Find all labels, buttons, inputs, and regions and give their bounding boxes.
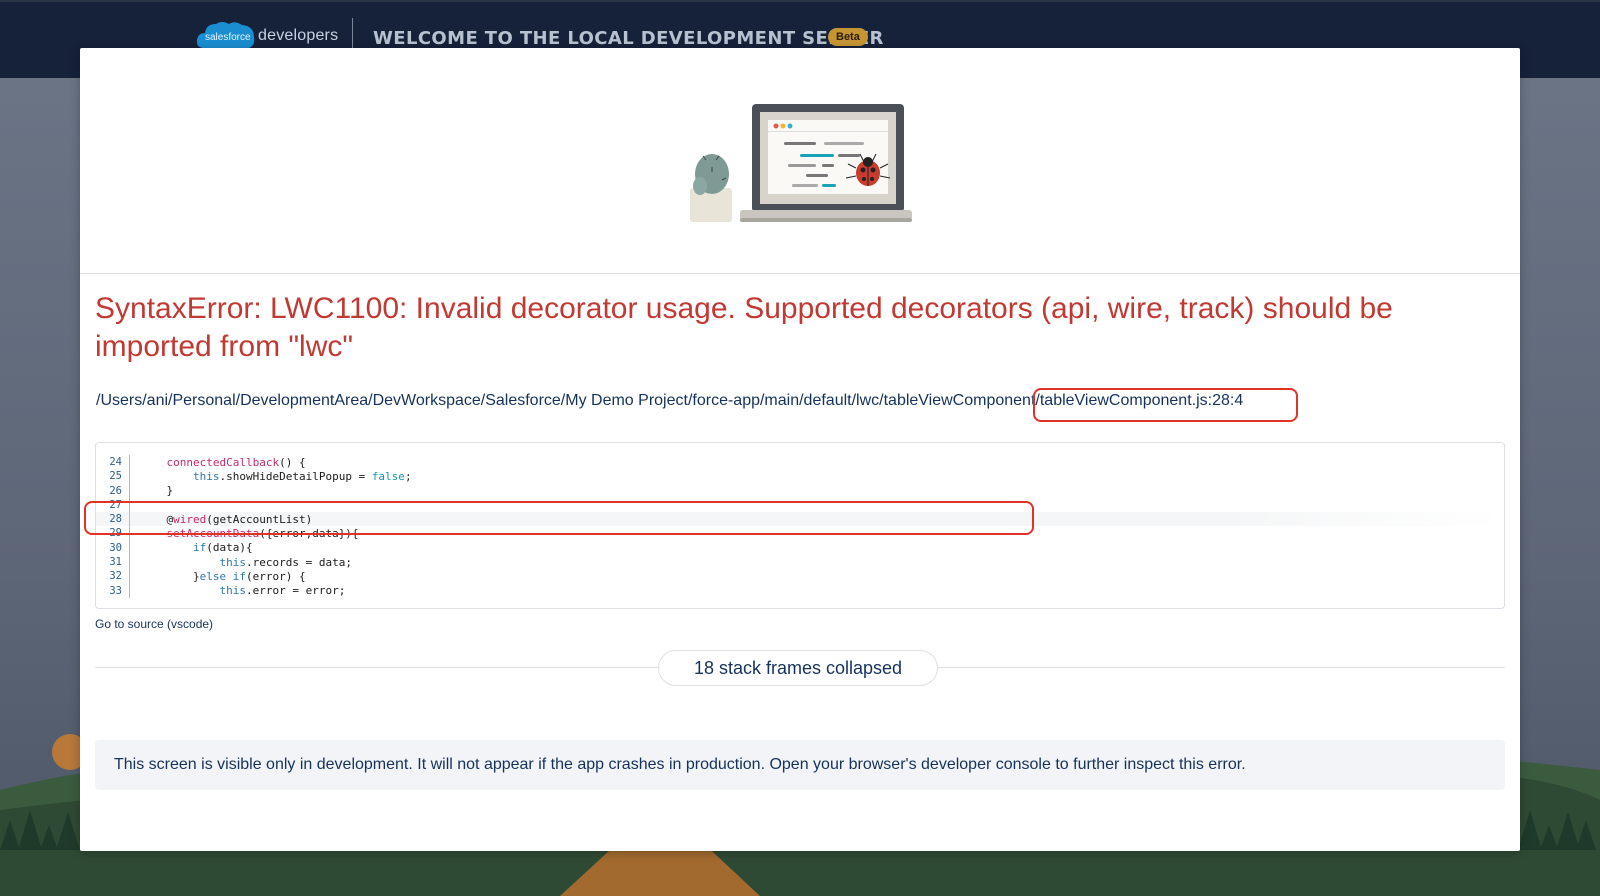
code-text: this.showHideDetailPopup = false;	[130, 470, 412, 483]
error-overlay-modal: SyntaxError: LWC1100: Invalid decorator …	[80, 48, 1520, 851]
line-number: 26	[96, 483, 130, 498]
beta-badge: Beta	[828, 28, 868, 46]
laptop-bug-illustration	[690, 104, 912, 222]
go-to-source-link[interactable]: Go to source (vscode)	[95, 617, 213, 631]
code-text: this.error = error;	[130, 584, 345, 597]
code-line: 26 }	[96, 483, 1504, 498]
error-title: SyntaxError: LWC1100: Invalid decorator …	[95, 292, 1393, 363]
code-token: .error = error;	[245, 584, 346, 598]
code-line-highlight-annotation	[84, 501, 1034, 535]
code-line: 31 this.records = data;	[96, 555, 1504, 570]
code-token: () {	[279, 455, 306, 469]
code-line: 25 this.showHideDetailPopup = false;	[96, 469, 1504, 484]
code-text: this.records = data;	[130, 555, 352, 569]
code-token: this	[192, 469, 220, 483]
header-title: WELCOME TO THE LOCAL DEVELOPMENT SERVER	[373, 28, 884, 49]
illustration-area	[80, 48, 1520, 274]
code-token: .records = data;	[245, 555, 352, 569]
logo-cloud-text: salesforce	[205, 32, 251, 43]
line-number: 31	[96, 555, 130, 570]
code-token: (error) {	[245, 570, 306, 584]
line-number: 32	[96, 569, 130, 584]
code-token: (data){	[206, 541, 253, 555]
line-number: 24	[96, 455, 130, 470]
code-token: .showHideDetailPopup =	[219, 469, 372, 483]
code-token: this	[219, 555, 246, 569]
file-path-highlight-annotation	[1033, 388, 1298, 422]
development-notice: This screen is visible only in developme…	[95, 740, 1505, 790]
code-token: connectedCallback	[166, 455, 280, 469]
code-line: 33 this.error = error;	[96, 583, 1504, 598]
line-number: 25	[96, 469, 130, 484]
code-token: }	[192, 570, 200, 584]
code-text: }else if(error) {	[130, 570, 306, 583]
code-token: }	[166, 484, 174, 498]
code-token: else if	[199, 570, 246, 584]
code-line: 32 }else if(error) {	[96, 569, 1504, 584]
header-divider	[352, 18, 353, 48]
code-line: 30 if(data){	[96, 540, 1504, 556]
code-token: if	[192, 541, 207, 555]
line-number: 33	[96, 583, 130, 598]
line-number: 30	[96, 540, 130, 556]
code-token: ;	[404, 469, 412, 483]
code-text: }	[130, 484, 174, 498]
logo-text: developers	[258, 27, 339, 44]
code-text: if(data){	[130, 541, 253, 554]
code-line: 24 connectedCallback() {	[96, 455, 1504, 470]
development-notice-text: This screen is visible only in developme…	[114, 756, 1246, 773]
code-token: this	[219, 584, 246, 598]
code-token: false	[371, 469, 405, 483]
code-text: connectedCallback() {	[130, 456, 306, 469]
stack-frames-toggle-button[interactable]: 18 stack frames collapsed	[658, 650, 938, 686]
